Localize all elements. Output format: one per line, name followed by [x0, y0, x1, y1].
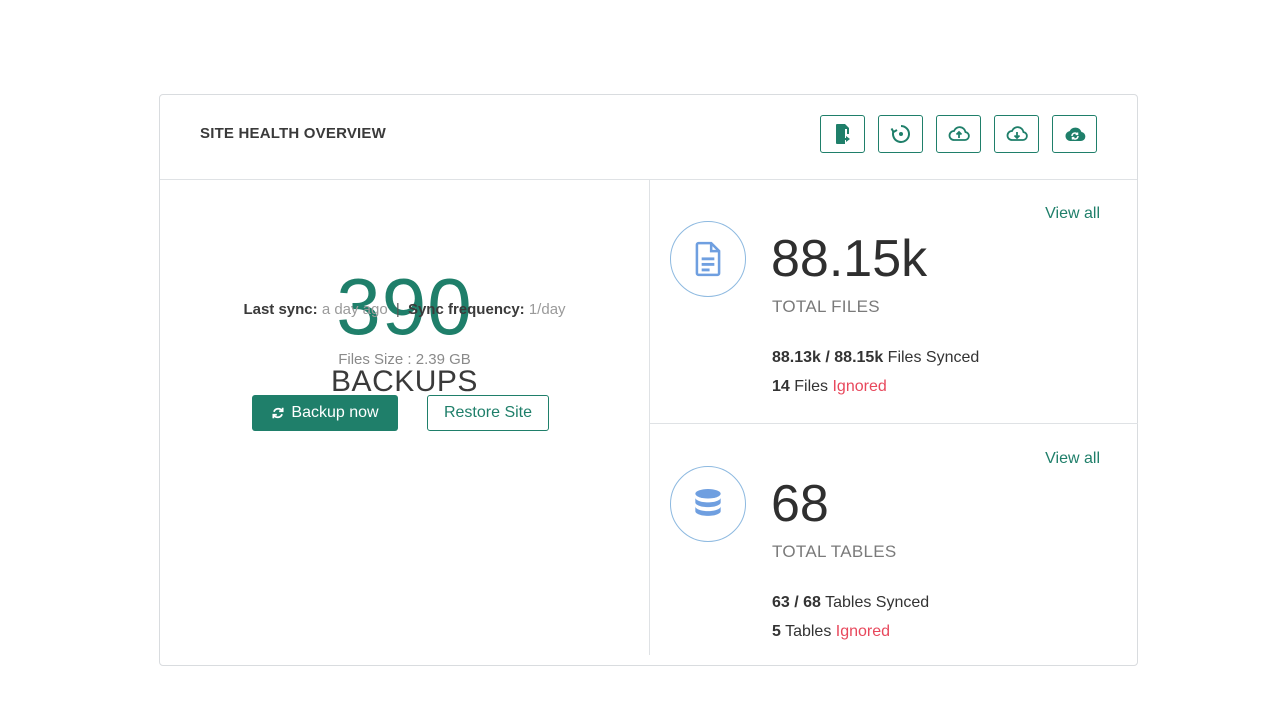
cloud-upload-button[interactable] [936, 115, 981, 153]
tables-view-all-link[interactable]: View all [1045, 450, 1100, 468]
tables-synced-count: 63 / 68 [772, 594, 821, 611]
tables-icon-circle [670, 466, 746, 542]
tables-ignored-unit: Tables [785, 623, 832, 640]
files-ignored-text: Ignored [832, 378, 887, 395]
files-view-all-link[interactable]: View all [1045, 205, 1100, 223]
tables-total-label: TOTAL TABLES [772, 542, 897, 561]
files-total-value: 88.15k [771, 230, 928, 288]
files-synced-count: 88.13k / 88.15k [772, 349, 884, 366]
sync-frequency-value: 1/day [528, 301, 566, 318]
files-ignored-count: 14 [772, 378, 790, 395]
tables-total-value: 68 [771, 475, 829, 533]
tables-synced: 63 / 68 Tables Synced [772, 594, 929, 612]
last-sync-label: Last sync: [243, 301, 318, 318]
cloud-download-icon [1006, 126, 1028, 141]
cloud-upload-icon [948, 126, 970, 141]
backups-panel: 390 BACKUPS Last sync: a day ago | Sync … [160, 179, 650, 655]
files-size: Files Size : 2.39 GB [338, 351, 471, 368]
cloud-sync-button[interactable] [1052, 115, 1097, 153]
backup-now-button[interactable]: Backup now [252, 395, 398, 431]
files-synced: 88.13k / 88.15k Files Synced [772, 349, 979, 367]
sync-info: Last sync: a day ago | Sync frequency: 1… [160, 301, 649, 318]
tables-ignored-text: Ignored [835, 623, 891, 640]
files-total-label: TOTAL FILES [772, 297, 880, 316]
restore-icon [890, 125, 910, 143]
file-export-icon [835, 124, 850, 144]
files-panel: View all 88.15k TOTAL FILES 88.13k / 88.… [650, 179, 1138, 424]
last-sync-value: a day ago [321, 301, 388, 318]
cloud-download-button[interactable] [994, 115, 1039, 153]
files-ignored-unit: Files [794, 378, 829, 395]
card-title: SITE HEALTH OVERVIEW [200, 125, 386, 142]
tables-ignored-count: 5 [772, 623, 781, 640]
files-ignored: 14 Files Ignored [772, 378, 887, 396]
files-icon-circle [670, 221, 746, 297]
card-header: SITE HEALTH OVERVIEW [160, 95, 1137, 180]
backup-now-label: Backup now [291, 404, 379, 421]
file-icon [695, 241, 721, 277]
toolbar [820, 115, 1097, 153]
backup-actions: Backup now Restore Site [252, 395, 549, 431]
refresh-icon [272, 407, 284, 419]
file-export-button[interactable] [820, 115, 865, 153]
files-synced-text: Files Synced [887, 349, 980, 366]
tables-ignored: 5 Tables Ignored [772, 623, 890, 641]
database-icon [695, 488, 721, 516]
tables-panel: View all 68 TOTAL TABLES 63 / 68 Tables … [650, 424, 1138, 655]
sync-separator: | [395, 301, 400, 318]
tables-synced-text: Tables Synced [825, 594, 930, 611]
cloud-sync-icon [1064, 127, 1085, 141]
backup-label: BACKUPS [331, 365, 478, 398]
restore-site-button[interactable]: Restore Site [427, 395, 549, 431]
site-health-card: SITE HEALTH OVERVIEW 390 BACKUPS Last sy… [159, 94, 1138, 666]
sync-frequency-label: Sync frequency: [407, 301, 525, 318]
restore-button[interactable] [878, 115, 923, 153]
